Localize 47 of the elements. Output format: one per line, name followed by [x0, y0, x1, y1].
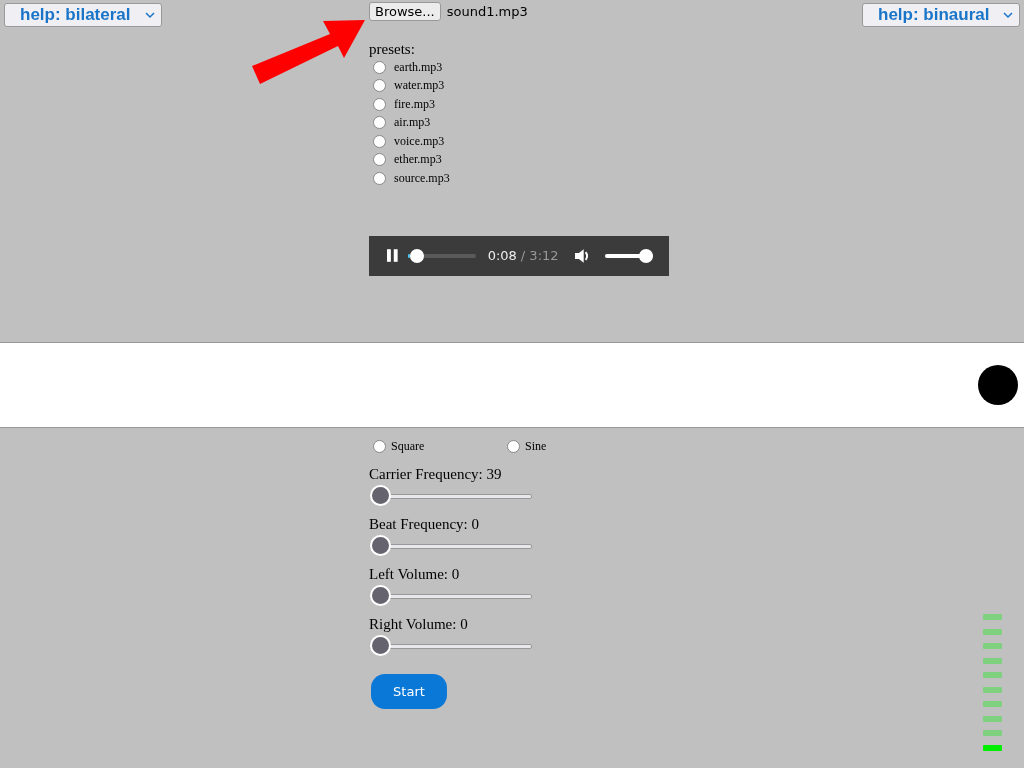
preset-label: air.mp3	[394, 115, 431, 131]
slider-label: Carrier Frequency: 39	[369, 465, 503, 483]
range-slider[interactable]	[370, 634, 532, 656]
slider-label: Left Volume: 0	[369, 565, 461, 583]
range-slider[interactable]	[370, 584, 532, 606]
slider-thumb[interactable]	[370, 584, 391, 606]
radio-button[interactable]	[373, 116, 386, 130]
waveform-label: Sine	[525, 438, 547, 454]
preset-label: water.mp3	[394, 78, 445, 94]
slider-thumb[interactable]	[370, 534, 391, 556]
waveform-label: Square	[391, 438, 425, 454]
preset-label: fire.mp3	[394, 96, 435, 112]
caret-icon	[145, 11, 155, 19]
moving-ball	[978, 365, 1018, 405]
speaker-icon[interactable]	[574, 247, 591, 264]
file-name: sound1.mp3	[446, 4, 528, 19]
radio-button[interactable]	[373, 153, 386, 167]
radio-button[interactable]	[373, 97, 386, 111]
radio-button[interactable]	[373, 134, 386, 148]
slider-label: Beat Frequency: 0	[369, 515, 480, 533]
preset-label: voice.mp3	[394, 133, 445, 149]
preset-label: ether.mp3	[394, 152, 442, 168]
volume-slider[interactable]	[605, 248, 653, 263]
pause-icon[interactable]	[387, 249, 398, 262]
seek-thumb[interactable]	[409, 248, 424, 263]
caret-icon	[1003, 11, 1013, 19]
slider-thumb[interactable]	[370, 634, 391, 656]
browse-button[interactable]: Browse...	[369, 2, 441, 21]
range-slider[interactable]	[370, 484, 532, 506]
preset-label: source.mp3	[394, 170, 450, 186]
radio-button[interactable]	[373, 171, 386, 185]
preset-label: earth.mp3	[394, 59, 443, 75]
radio-button[interactable]	[373, 439, 386, 453]
start-button[interactable]: Start	[371, 673, 447, 709]
range-slider[interactable]	[370, 534, 532, 556]
help-dropdown[interactable]: help: binaural	[862, 3, 1020, 27]
seek-bar[interactable]	[407, 248, 476, 263]
slider-thumb[interactable]	[370, 484, 391, 506]
help-dropdown[interactable]: help: bilateral	[4, 3, 162, 27]
current-time: 0:08	[487, 248, 517, 263]
duration: / 3:12	[520, 248, 559, 263]
presets-label: presets:	[369, 41, 416, 58]
radio-button[interactable]	[507, 439, 520, 453]
slider-label: Right Volume: 0	[369, 615, 469, 633]
volume-thumb[interactable]	[639, 248, 653, 263]
radio-button[interactable]	[373, 60, 386, 74]
radio-button[interactable]	[373, 79, 386, 93]
